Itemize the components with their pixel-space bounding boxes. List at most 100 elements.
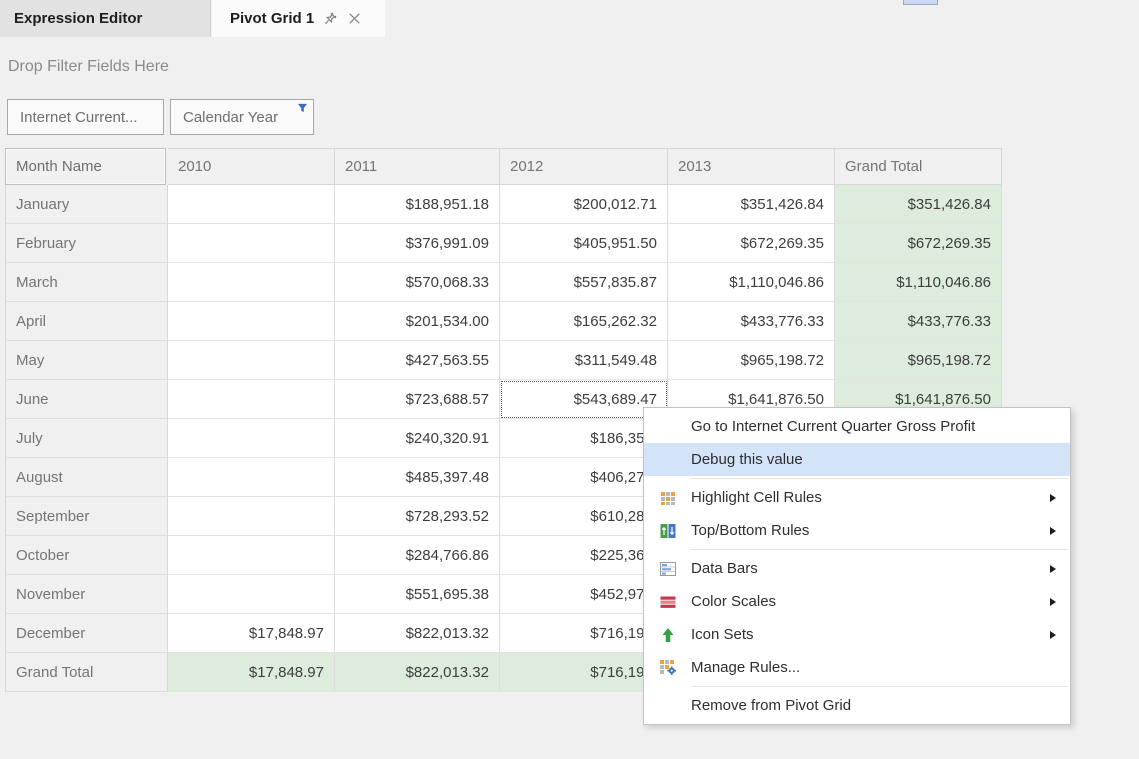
top-bottom-rules-icon bbox=[654, 522, 682, 539]
pivot-cell-december-2011[interactable]: $822,013.32 bbox=[335, 614, 500, 653]
pivot-cell-april-2013[interactable]: $433,776.33 bbox=[668, 302, 835, 341]
pivot-cell-june-2010[interactable] bbox=[168, 380, 335, 419]
manage-rules-icon bbox=[654, 659, 682, 676]
close-icon[interactable] bbox=[347, 11, 362, 26]
menu-separator bbox=[691, 549, 1068, 550]
pivot-cell-november-2010[interactable] bbox=[168, 575, 335, 614]
pivot-cell-february-2011[interactable]: $376,991.09 bbox=[335, 224, 500, 263]
context-menu: Go to Internet Current Quarter Gross Pro… bbox=[643, 407, 1071, 725]
pivot-cell-march-2010[interactable] bbox=[168, 263, 335, 302]
pivot-cell-grand-total-2010[interactable]: $17,848.97 bbox=[168, 653, 335, 692]
menu-item-highlight-cell-rules[interactable]: Highlight Cell Rules bbox=[644, 481, 1070, 514]
pivot-cell-march-2011[interactable]: $570,068.33 bbox=[335, 263, 500, 302]
pivot-cell-july-2010[interactable] bbox=[168, 419, 335, 458]
menu-item-label: Top/Bottom Rules bbox=[691, 522, 1070, 539]
app-window: Expression Editor Pivot Grid 1 Drop Filt… bbox=[0, 0, 1139, 759]
pivot-cell-january-2010[interactable] bbox=[168, 185, 335, 224]
pivot-cell-april-2012[interactable]: $165,262.32 bbox=[500, 302, 668, 341]
menu-item-remove-from-pivot-grid[interactable]: Remove from Pivot Grid bbox=[644, 689, 1070, 722]
pivot-cell-april-2010[interactable] bbox=[168, 302, 335, 341]
row-header-july[interactable]: July bbox=[5, 419, 168, 458]
tab-pivot-grid[interactable]: Pivot Grid 1 bbox=[212, 0, 385, 37]
pivot-cell-december-2010[interactable]: $17,848.97 bbox=[168, 614, 335, 653]
pivot-cell-may-2012[interactable]: $311,549.48 bbox=[500, 341, 668, 380]
pivot-cell-february-grand-total[interactable]: $672,269.35 bbox=[835, 224, 1002, 263]
toolbar-button-fragment bbox=[903, 0, 938, 5]
menu-item-top-bottom-rules[interactable]: Top/Bottom Rules bbox=[644, 514, 1070, 547]
column-header-2011[interactable]: 2011 bbox=[335, 148, 500, 185]
row-header-april[interactable]: April bbox=[5, 302, 168, 341]
menu-item-label: Debug this value bbox=[691, 451, 1070, 468]
pivot-cell-january-2013[interactable]: $351,426.84 bbox=[668, 185, 835, 224]
pivot-cell-june-2011[interactable]: $723,688.57 bbox=[335, 380, 500, 419]
month-name-field-button[interactable]: Month Name bbox=[5, 148, 166, 185]
data-bars-icon bbox=[654, 560, 682, 577]
pivot-cell-november-2011[interactable]: $551,695.38 bbox=[335, 575, 500, 614]
menu-item-go-to-internet-current-quarter-gross-profit[interactable]: Go to Internet Current Quarter Gross Pro… bbox=[644, 410, 1070, 443]
pivot-cell-april-grand-total[interactable]: $433,776.33 bbox=[835, 302, 1002, 341]
menu-icon-spacer bbox=[654, 697, 682, 714]
row-header-january[interactable]: January bbox=[5, 185, 168, 224]
menu-item-label: Go to Internet Current Quarter Gross Pro… bbox=[691, 418, 1070, 435]
pivot-cell-may-grand-total[interactable]: $965,198.72 bbox=[835, 341, 1002, 380]
row-header-march[interactable]: March bbox=[5, 263, 168, 302]
menu-item-manage-rules[interactable]: Manage Rules... bbox=[644, 651, 1070, 684]
pivot-cell-july-2011[interactable]: $240,320.91 bbox=[335, 419, 500, 458]
pivot-cell-october-2010[interactable] bbox=[168, 536, 335, 575]
pivot-cell-january-2011[interactable]: $188,951.18 bbox=[335, 185, 500, 224]
tab-expression-editor[interactable]: Expression Editor bbox=[0, 0, 211, 37]
menu-item-debug-this-value[interactable]: Debug this value bbox=[644, 443, 1070, 476]
pivot-cell-january-2012[interactable]: $200,012.71 bbox=[500, 185, 668, 224]
filter-field-calendar-year[interactable]: Calendar Year bbox=[170, 99, 314, 135]
pivot-cell-march-grand-total[interactable]: $1,110,046.86 bbox=[835, 263, 1002, 302]
pivot-cell-august-2011[interactable]: $485,397.48 bbox=[335, 458, 500, 497]
menu-separator bbox=[691, 478, 1068, 479]
icon-sets-icon bbox=[654, 626, 682, 643]
filter-field-internet-current[interactable]: Internet Current... bbox=[7, 99, 164, 135]
pivot-cell-september-2010[interactable] bbox=[168, 497, 335, 536]
filter-funnel-icon[interactable] bbox=[297, 103, 308, 114]
row-header-may[interactable]: May bbox=[5, 341, 168, 380]
pivot-cell-september-2011[interactable]: $728,293.52 bbox=[335, 497, 500, 536]
pin-icon[interactable] bbox=[323, 11, 338, 26]
submenu-arrow-icon bbox=[1050, 631, 1056, 639]
pivot-cell-may-2013[interactable]: $965,198.72 bbox=[668, 341, 835, 380]
pivot-cell-april-2011[interactable]: $201,534.00 bbox=[335, 302, 500, 341]
pivot-cell-may-2010[interactable] bbox=[168, 341, 335, 380]
column-header-grand-total[interactable]: Grand Total bbox=[835, 148, 1002, 185]
menu-item-data-bars[interactable]: Data Bars bbox=[644, 552, 1070, 585]
filter-field-label: Internet Current... bbox=[20, 109, 138, 126]
pivot-cell-may-2011[interactable]: $427,563.55 bbox=[335, 341, 500, 380]
pivot-cell-august-2010[interactable] bbox=[168, 458, 335, 497]
submenu-arrow-icon bbox=[1050, 527, 1056, 535]
pivot-cell-january-grand-total[interactable]: $351,426.84 bbox=[835, 185, 1002, 224]
highlight-cell-rules-icon bbox=[654, 489, 682, 506]
column-header-2012[interactable]: 2012 bbox=[500, 148, 668, 185]
pivot-cell-grand-total-2011[interactable]: $822,013.32 bbox=[335, 653, 500, 692]
pivot-cell-february-2013[interactable]: $672,269.35 bbox=[668, 224, 835, 263]
row-header-february[interactable]: February bbox=[5, 224, 168, 263]
menu-item-color-scales[interactable]: Color Scales bbox=[644, 585, 1070, 618]
row-header-december[interactable]: December bbox=[5, 614, 168, 653]
menu-icon-spacer bbox=[654, 418, 682, 435]
menu-item-label: Data Bars bbox=[691, 560, 1070, 577]
column-header-2010[interactable]: 2010 bbox=[168, 148, 335, 185]
menu-item-label: Manage Rules... bbox=[691, 659, 1070, 676]
row-header-october[interactable]: October bbox=[5, 536, 168, 575]
pivot-cell-february-2010[interactable] bbox=[168, 224, 335, 263]
pivot-cell-march-2012[interactable]: $557,835.87 bbox=[500, 263, 668, 302]
pivot-cell-march-2013[interactable]: $1,110,046.86 bbox=[668, 263, 835, 302]
pivot-cell-february-2012[interactable]: $405,951.50 bbox=[500, 224, 668, 263]
row-header-august[interactable]: August bbox=[5, 458, 168, 497]
menu-item-icon-sets[interactable]: Icon Sets bbox=[644, 618, 1070, 651]
row-header-grand-total[interactable]: Grand Total bbox=[5, 653, 168, 692]
color-scales-icon bbox=[654, 593, 682, 610]
row-header-june[interactable]: June bbox=[5, 380, 168, 419]
column-header-2013[interactable]: 2013 bbox=[668, 148, 835, 185]
menu-icon-spacer bbox=[654, 451, 682, 468]
menu-item-label: Remove from Pivot Grid bbox=[691, 697, 1070, 714]
row-header-september[interactable]: September bbox=[5, 497, 168, 536]
row-header-november[interactable]: November bbox=[5, 575, 168, 614]
filter-field-label: Calendar Year bbox=[183, 109, 278, 126]
pivot-cell-october-2011[interactable]: $284,766.86 bbox=[335, 536, 500, 575]
